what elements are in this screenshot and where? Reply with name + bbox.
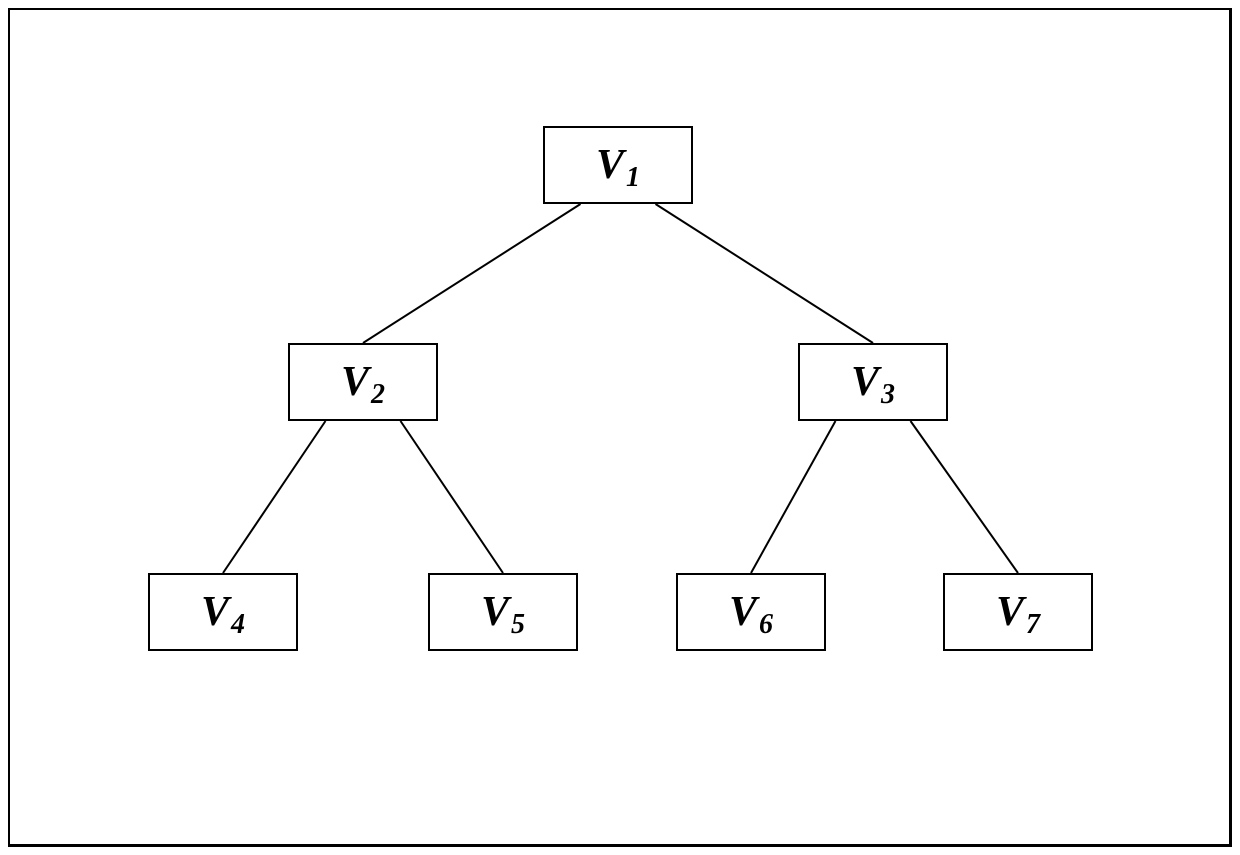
tree-diagram: V1 V2 V3 V4 V5 V6 V7	[8, 8, 1232, 847]
tree-node-v3: V3	[798, 343, 948, 421]
edge-v1-v3	[656, 204, 874, 343]
node-label: V7	[996, 591, 1040, 633]
node-label: V5	[481, 591, 525, 633]
node-label: V3	[851, 361, 895, 403]
edge-v2-v5	[401, 421, 504, 573]
edge-v3-v6	[751, 421, 836, 573]
tree-node-v4: V4	[148, 573, 298, 651]
edge-v3-v7	[911, 421, 1019, 573]
node-label: V4	[201, 591, 245, 633]
node-label: V6	[729, 591, 773, 633]
node-label: V1	[596, 144, 640, 186]
tree-node-v7: V7	[943, 573, 1093, 651]
node-label: V2	[341, 361, 385, 403]
tree-node-v2: V2	[288, 343, 438, 421]
edge-v1-v2	[363, 204, 581, 343]
edge-v2-v4	[223, 421, 326, 573]
tree-node-v1: V1	[543, 126, 693, 204]
tree-node-v6: V6	[676, 573, 826, 651]
tree-node-v5: V5	[428, 573, 578, 651]
